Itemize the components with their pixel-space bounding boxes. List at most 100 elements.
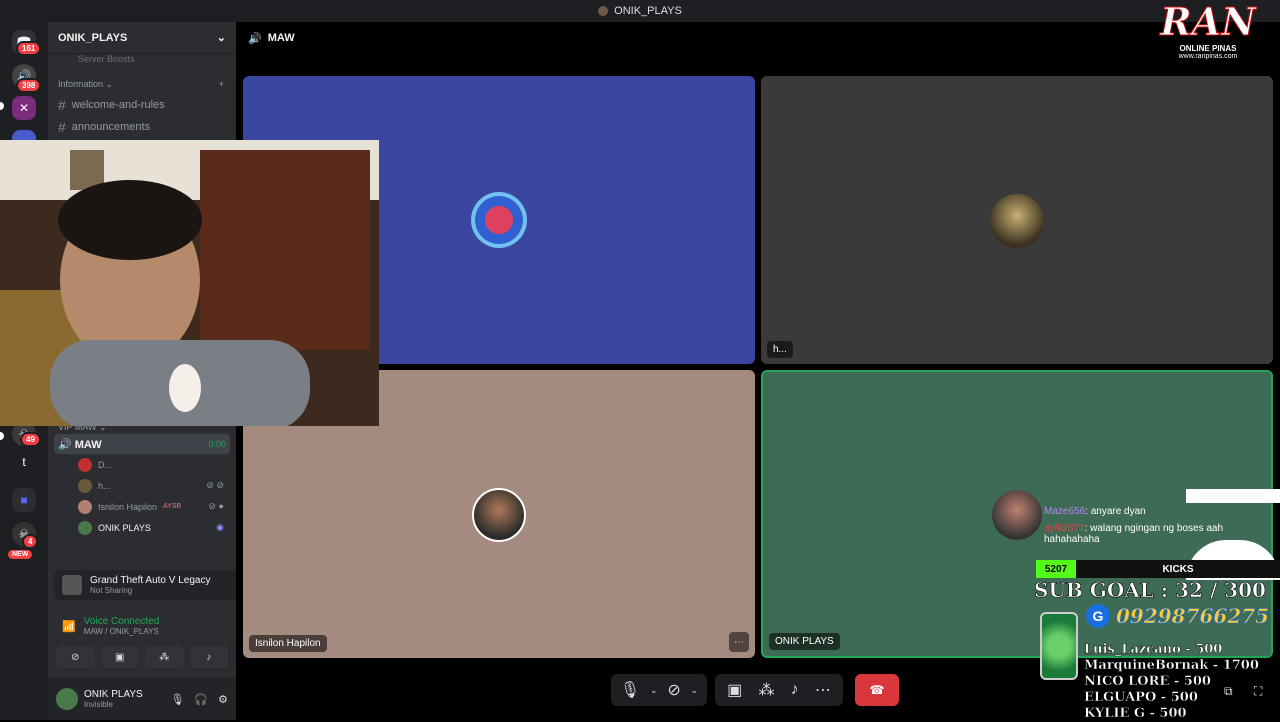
chevron-down-icon[interactable]: ⌄ — [691, 685, 699, 696]
gcash-row: G 09298766275 — [1086, 604, 1269, 628]
call-controls: 🎙 ⌄ ⊘ ⌄ ▣ ⁂ ♪ ⋯ ☎ — [611, 674, 899, 706]
kicks-label: KICKS — [1076, 560, 1280, 578]
donor-item: Luis_Lazcano - 500 — [1084, 642, 1223, 657]
folder-icon[interactable]: ■ — [12, 488, 36, 512]
participant-name: ONIK PLAYS — [769, 633, 840, 650]
window-title: ONIK_PLAYS — [614, 5, 682, 17]
title-avatar — [598, 6, 609, 16]
avatar — [78, 478, 92, 493]
gcash-number: 09298766275 — [1116, 604, 1270, 629]
mic-camera-group: 🎙 ⌄ ⊘ ⌄ — [611, 674, 707, 706]
soundboard-icon[interactable]: ♪ — [791, 681, 799, 699]
voice-header: 🔊 MAW — [236, 22, 1280, 54]
signal-icon: 📶 — [62, 620, 76, 633]
overlay-bar — [1186, 489, 1280, 503]
donor-item: ELGUAPO - 500 — [1084, 690, 1198, 705]
headphones-icon[interactable]: 🎧 — [194, 693, 208, 706]
participant-name: h... — [767, 341, 793, 358]
user-panel: ONIK PLAYS Invisible 🎙 🎧 ⚙ — [48, 678, 236, 720]
channel-label: welcome-and-rules — [71, 99, 165, 111]
voice-user[interactable]: ONIK PLAYS ◉ — [48, 517, 236, 538]
gcash-icon: G — [1086, 604, 1110, 628]
webcam-overlay — [0, 140, 379, 426]
popout-icon[interactable]: ⧉ — [1224, 684, 1233, 699]
avatar — [78, 520, 92, 535]
voice-location: MAW / ONIK_PLAYS — [83, 627, 159, 636]
participant-tile[interactable]: h... — [761, 76, 1273, 364]
avatar — [78, 457, 92, 472]
avatar — [472, 488, 526, 542]
voice-user-name: h... — [98, 480, 111, 491]
mic-icon[interactable]: 🎙 — [620, 680, 640, 700]
chat-overlay: Maze656: anyare dyan ayfk2377: walang ng… — [1030, 506, 1250, 545]
hash-icon: # — [58, 97, 66, 113]
voice-user[interactable]: Isnilon Hapilon AYSB ⊘ ● — [48, 496, 236, 517]
donor-item: MarquineBornak - 1700 — [1084, 658, 1259, 673]
voice-channel-maw[interactable]: 🔊 MAW 0:00 — [54, 434, 230, 454]
server-badge: 49 — [20, 432, 41, 447]
server-badge: 398 — [16, 78, 42, 93]
donor-item: NICO LORE - 500 — [1084, 674, 1211, 689]
chevron-down-icon: ⌄ — [216, 32, 226, 44]
mic-icon[interactable]: 🎙 — [170, 693, 184, 706]
soundboard-button[interactable]: ♪ — [189, 646, 228, 668]
speaker-icon: 🔊 — [248, 32, 262, 45]
server-name: ONIK_PLAYS — [58, 31, 128, 44]
muted-icons: ⊘ ● — [208, 501, 224, 511]
chat-user: ayfk2377 — [1044, 523, 1085, 534]
channel-welcome[interactable]: # welcome-and-rules — [48, 94, 236, 116]
server-badge: 4 — [22, 534, 39, 549]
participant-name: Isnilon Hapilon — [249, 635, 327, 652]
voice-user-name: Isnilon Hapilon — [98, 501, 158, 512]
channel-announcements[interactable]: # announcements — [48, 116, 236, 138]
hash-icon: # — [58, 119, 66, 135]
camera-off-button[interactable]: ⊘ — [56, 646, 95, 668]
avatar — [78, 499, 92, 514]
voice-channel-title: MAW — [267, 32, 295, 44]
channel-label: announcements — [71, 121, 151, 133]
voice-actions: ⊘ ▣ ⁂ ♪ — [56, 646, 228, 668]
more-icon[interactable]: ⋯ — [815, 680, 831, 700]
speaker-icon: 🔊 — [58, 438, 72, 451]
server-icon-dx[interactable]: ✕ — [12, 96, 36, 120]
donor-list: Luis_Lazcano - 500 MarquineBornak - 1700… — [1084, 642, 1280, 722]
fullscreen-icon[interactable]: ⛶ — [1254, 684, 1262, 699]
user-status: Invisible — [84, 700, 113, 709]
ran-logo: RAN ONLINE PINAS www.ranpinas.com — [1146, 0, 1270, 64]
activities-icon[interactable]: ⁂ — [758, 680, 774, 700]
avatar — [471, 192, 527, 248]
camera-off-icon[interactable]: ⊘ — [667, 680, 680, 700]
server-icon-t[interactable]: t — [12, 450, 36, 474]
voice-user[interactable]: h... ⊘ ⊘ — [48, 475, 236, 496]
gear-icon[interactable]: ⚙ — [218, 693, 228, 706]
home-badge: 161 — [16, 41, 42, 56]
add-channel-icon[interactable]: + — [219, 79, 224, 89]
disconnect-button[interactable]: ☎ — [855, 674, 899, 706]
chat-msg: : anyare dyan — [1085, 506, 1146, 517]
voice-user[interactable]: D... — [48, 454, 236, 475]
activities-button[interactable]: ⁂ — [145, 646, 184, 668]
voice-connected: Voice Connected — [83, 616, 160, 627]
screen-share-icon[interactable]: ▣ — [727, 680, 742, 700]
gamepad-icon: ◉ — [216, 522, 224, 532]
avatar — [990, 194, 1044, 248]
logo-text: RAN — [1160, 0, 1257, 44]
unread-pill — [0, 102, 4, 110]
new-badge: NEW — [6, 548, 35, 561]
screen-share-button[interactable]: ▣ — [100, 646, 139, 668]
avatar[interactable] — [56, 688, 78, 710]
muted-icons: ⊘ ⊘ — [206, 480, 224, 490]
more-icon[interactable]: ⋯ — [729, 632, 749, 652]
webcam-feed — [0, 140, 379, 426]
category-label: Information — [58, 78, 104, 89]
call-timer: 0:00 — [208, 439, 226, 449]
unread-pill — [0, 432, 4, 440]
category-information[interactable]: Information ⌄ + — [48, 74, 236, 94]
window-titlebar: ONIK_PLAYS — [0, 0, 1280, 22]
logo-url: www.ranpinas.com — [1178, 53, 1238, 60]
chevron-down-icon[interactable]: ⌄ — [650, 685, 658, 696]
sub-goal: SUB GOAL : 32 / 300 — [1034, 578, 1267, 603]
donation-jar — [1040, 612, 1078, 680]
server-header[interactable]: ONIK_PLAYS ⌄ — [48, 22, 236, 54]
kicks-count: 5207 — [1036, 560, 1076, 578]
